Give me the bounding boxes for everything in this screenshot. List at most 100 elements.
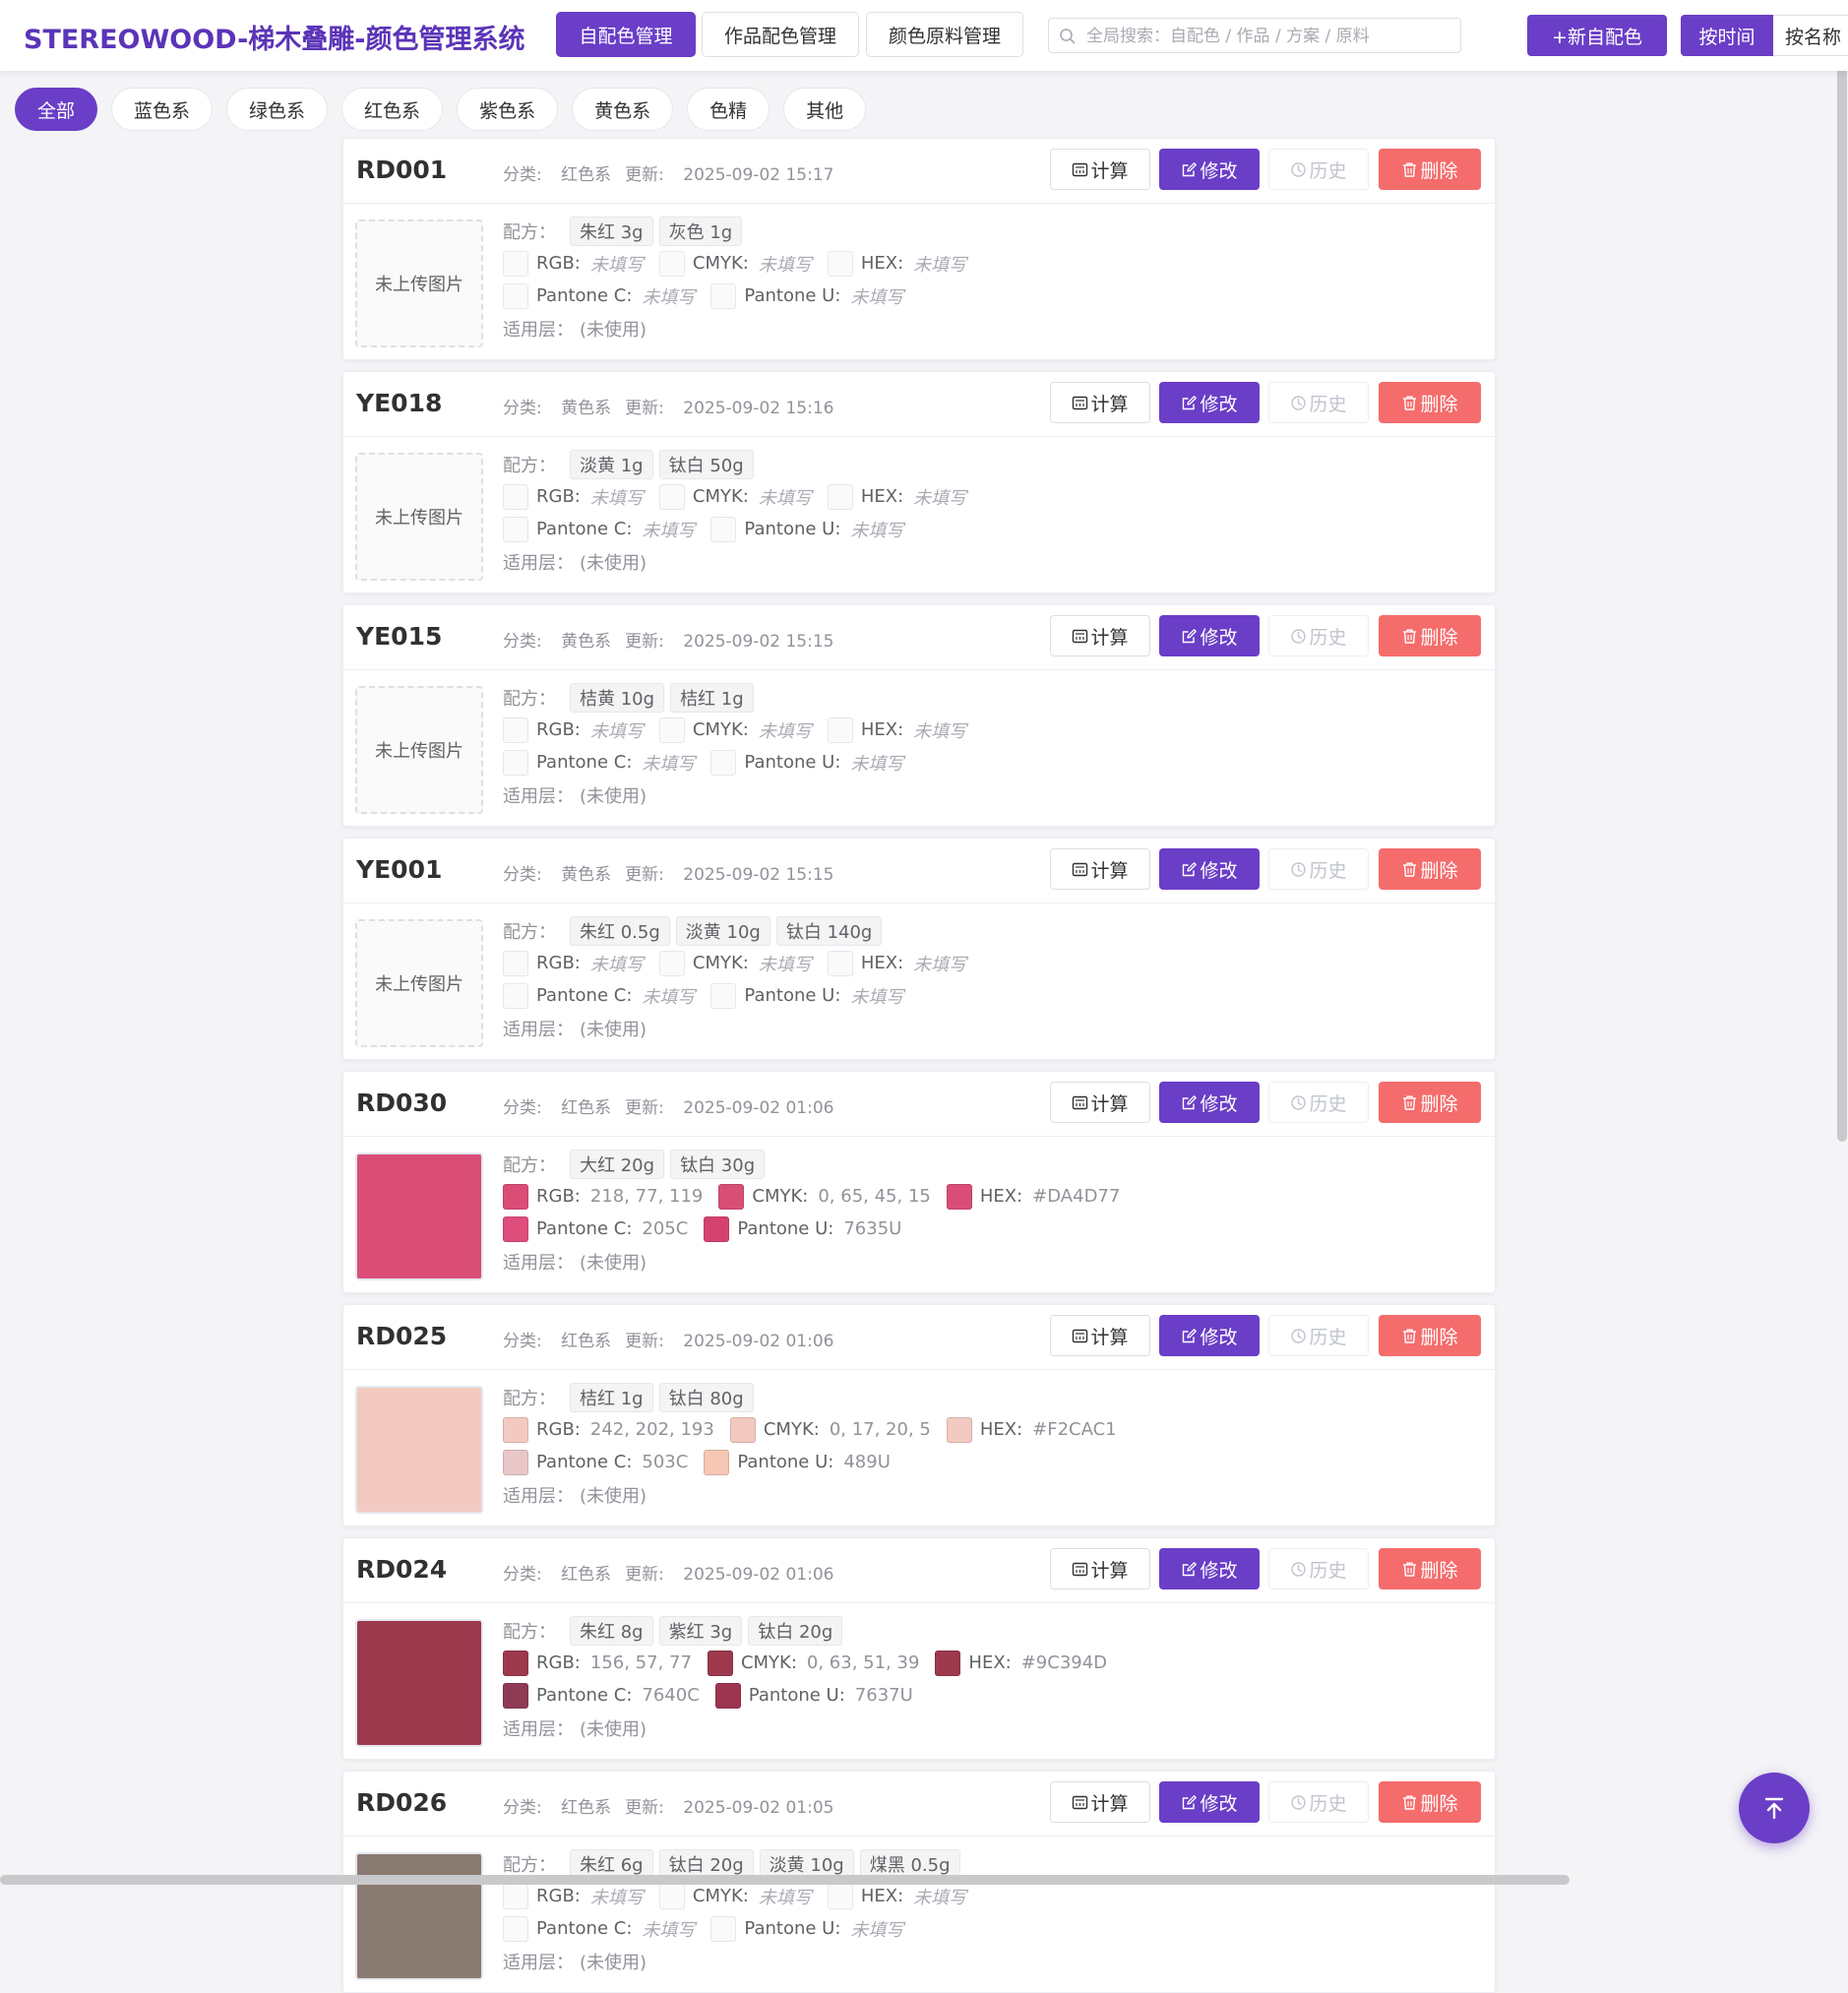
cmyk-swatch <box>658 483 685 510</box>
sort-by-name-button[interactable]: 按名称 <box>1773 15 1848 56</box>
edit-button[interactable]: 修改 <box>1159 1315 1260 1356</box>
history-button[interactable]: 历史 <box>1268 1781 1369 1823</box>
cmyk-label: CMYK: <box>740 1652 797 1673</box>
global-search[interactable] <box>1048 18 1461 54</box>
color-preview-swatch[interactable] <box>355 1386 483 1514</box>
calculate-button[interactable]: 计算 <box>1050 1781 1150 1823</box>
formula-row: 配方： 桔黄 10g 桔红 1g <box>503 681 1477 714</box>
cmyk-swatch <box>658 950 685 976</box>
formula-ingredient-tag: 朱红 6g <box>570 1848 653 1879</box>
color-code: RD025 <box>356 1322 448 1350</box>
calculate-button[interactable]: 计算 <box>1050 1082 1150 1123</box>
delete-button[interactable]: 删除 <box>1379 1315 1481 1356</box>
hex-value: #DA4D77 <box>1032 1186 1121 1207</box>
image-placeholder[interactable]: 未上传图片 <box>355 219 483 347</box>
image-placeholder[interactable]: 未上传图片 <box>355 453 483 581</box>
tab-artwork-colors[interactable]: 作品配色管理 <box>702 12 859 57</box>
color-info: 配方： 桔红 1g 钛白 80g RGB: 242, 202, 193 CMYK: 0,… <box>503 1381 1477 1511</box>
history-button[interactable]: 历史 <box>1268 615 1369 656</box>
history-label: 历史 <box>1309 393 1347 415</box>
calculate-button[interactable]: 计算 <box>1050 615 1150 656</box>
edit-button[interactable]: 修改 <box>1159 615 1260 656</box>
formula-ingredient-tag: 朱红 8g <box>570 1615 653 1646</box>
edit-button[interactable]: 修改 <box>1159 1082 1260 1123</box>
color-card: YE001 分类: 黄色系 更新: 2025-09-02 15:15 计算 修改 … <box>342 838 1496 1060</box>
delete-button[interactable]: 删除 <box>1379 1082 1481 1123</box>
edit-label: 修改 <box>1200 1559 1238 1582</box>
tab-self-mixed-colors[interactable]: 自配色管理 <box>556 12 696 57</box>
cmyk-label: CMYK: <box>692 486 749 507</box>
edit-label: 修改 <box>1200 626 1238 649</box>
rgb-label: RGB: <box>536 1186 581 1207</box>
pantone-c-label: Pantone C: <box>536 285 633 306</box>
category-value: 黄色系 <box>561 865 612 885</box>
edit-button[interactable]: 修改 <box>1159 382 1260 423</box>
pantone-c-swatch <box>503 1915 528 1942</box>
history-button[interactable]: 历史 <box>1268 1082 1369 1123</box>
hex-label: HEX: <box>968 1652 1012 1673</box>
search-input[interactable] <box>1084 19 1452 54</box>
clock-icon <box>1291 628 1307 644</box>
calculate-button[interactable]: 计算 <box>1050 382 1150 423</box>
calculate-button[interactable]: 计算 <box>1050 848 1150 890</box>
delete-button[interactable]: 删除 <box>1379 1781 1481 1823</box>
filter-green[interactable]: 绿色系 <box>226 88 329 131</box>
filter-yellow[interactable]: 黄色系 <box>572 88 674 131</box>
app-title: STEREOWOOD-梯木叠雕-颜色管理系统 <box>24 25 525 55</box>
filter-red[interactable]: 红色系 <box>341 88 444 131</box>
filter-blue[interactable]: 蓝色系 <box>111 88 214 131</box>
edit-label: 修改 <box>1200 1792 1238 1815</box>
delete-button[interactable]: 删除 <box>1379 615 1481 656</box>
filter-essence[interactable]: 色精 <box>687 88 770 131</box>
history-button[interactable]: 历史 <box>1268 149 1369 190</box>
edit-button[interactable]: 修改 <box>1159 1548 1260 1589</box>
layer-value: (未使用) <box>580 1952 647 1973</box>
delete-button[interactable]: 删除 <box>1379 149 1481 190</box>
image-placeholder[interactable]: 未上传图片 <box>355 919 483 1047</box>
formula-label: 配方： <box>503 221 556 243</box>
filter-all[interactable]: 全部 <box>15 88 98 131</box>
color-info: 配方： 桔黄 10g 桔红 1g RGB: 未填写 CMYK: 未填写 HEX: 未填写 … <box>503 681 1477 811</box>
layer-value: (未使用) <box>580 552 647 574</box>
pantone-row: Pantone C: 7640C Pantone U: 7637U <box>503 1679 1477 1712</box>
calculate-button[interactable]: 计算 <box>1050 1315 1150 1356</box>
calculate-button[interactable]: 计算 <box>1050 149 1150 190</box>
trash-icon <box>1403 1562 1417 1577</box>
horizontal-scrollbar-thumb[interactable] <box>0 1875 1570 1885</box>
filter-other[interactable]: 其他 <box>783 88 867 131</box>
edit-button[interactable]: 修改 <box>1159 1781 1260 1823</box>
vertical-scrollbar-thumb[interactable] <box>1837 0 1847 1142</box>
color-preview-swatch[interactable] <box>355 1619 483 1747</box>
edit-button[interactable]: 修改 <box>1159 848 1260 890</box>
color-preview-swatch[interactable] <box>355 1152 483 1280</box>
image-placeholder[interactable]: 未上传图片 <box>355 686 483 814</box>
rgb-swatch <box>503 483 528 510</box>
trash-icon <box>1403 162 1417 177</box>
back-to-top-button[interactable] <box>1739 1773 1810 1843</box>
history-button[interactable]: 历史 <box>1268 1315 1369 1356</box>
pantone-c-label: Pantone C: <box>536 1452 633 1472</box>
filter-purple[interactable]: 紫色系 <box>457 88 559 131</box>
calculate-button[interactable]: 计算 <box>1050 1548 1150 1589</box>
calculator-icon <box>1073 162 1088 176</box>
layer-row: 适用层： (未使用) <box>503 1245 1477 1277</box>
history-button[interactable]: 历史 <box>1268 848 1369 890</box>
new-color-button[interactable]: +新自配色 <box>1527 15 1667 56</box>
clock-icon <box>1291 161 1307 177</box>
updated-label: 更新: <box>625 165 664 185</box>
delete-button[interactable]: 删除 <box>1379 848 1481 890</box>
formula-label: 配方： <box>503 1388 556 1409</box>
history-button[interactable]: 历史 <box>1268 1548 1369 1589</box>
pantone-row: Pantone C: 未填写 Pantone U: 未填写 <box>503 979 1477 1012</box>
rgb-label: RGB: <box>536 1419 581 1440</box>
edit-button[interactable]: 修改 <box>1159 149 1260 190</box>
delete-button[interactable]: 删除 <box>1379 1548 1481 1589</box>
calculator-icon <box>1073 1095 1088 1109</box>
tab-raw-materials[interactable]: 颜色原料管理 <box>866 12 1023 57</box>
sort-by-time-button[interactable]: 按时间 <box>1681 15 1773 56</box>
cmyk-value: 0, 17, 20, 5 <box>829 1419 931 1440</box>
color-preview-swatch[interactable] <box>355 1852 483 1980</box>
history-button[interactable]: 历史 <box>1268 382 1369 423</box>
delete-button[interactable]: 删除 <box>1379 382 1481 423</box>
pantone-c-value: 未填写 <box>642 286 696 308</box>
